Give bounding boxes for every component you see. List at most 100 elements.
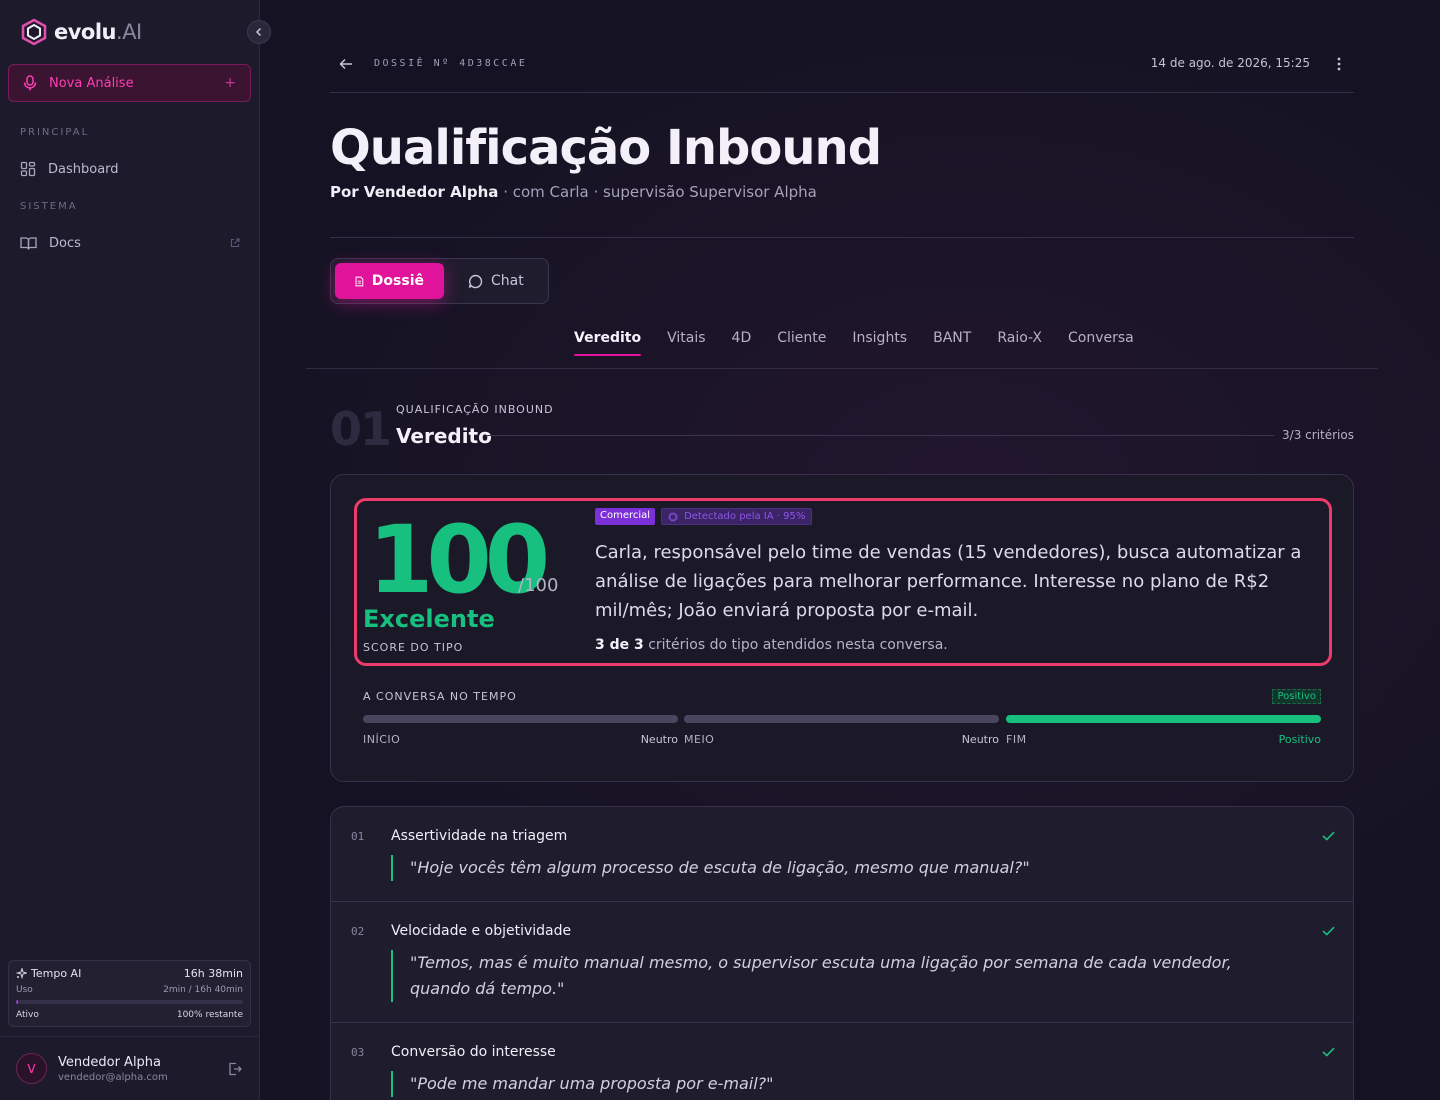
main-content: DOSSIÊ Nº 4D38CCAE 14 de ago. de 2026, 1… bbox=[260, 0, 1440, 1100]
tab-conversa[interactable]: Conversa bbox=[1068, 330, 1134, 356]
external-link-icon bbox=[230, 238, 240, 248]
verdict-card: 100 /100 Excelente SCORE DO TIPO Comerci… bbox=[330, 474, 1354, 782]
criteria-list: 01 Assertividade na triagem "Hoje vocês … bbox=[330, 806, 1354, 1100]
ai-detected-badge: Detectado pela IA · 95% bbox=[661, 508, 813, 525]
page-title: Qualificação Inbound bbox=[330, 120, 882, 176]
page-subtitle: Por Vendedor Alpha · com Carla · supervi… bbox=[330, 183, 817, 201]
section-title: Veredito bbox=[396, 424, 492, 448]
plus-icon: + bbox=[224, 75, 236, 91]
section-tabs: Veredito Vitais 4D Cliente Insights BANT… bbox=[574, 330, 1134, 360]
usage-label: Uso bbox=[16, 985, 33, 995]
user-profile: V Vendedor Alpha vendedor@alpha.com bbox=[0, 1036, 259, 1100]
back-arrow-icon[interactable] bbox=[338, 56, 354, 72]
tab-4d[interactable]: 4D bbox=[732, 330, 752, 356]
logo-icon bbox=[21, 18, 47, 46]
verdict-summary: Carla, responsável pelo time de vendas (… bbox=[595, 542, 1302, 621]
collapse-sidebar-button[interactable] bbox=[247, 20, 271, 44]
timeline-segment-end bbox=[1006, 715, 1321, 723]
score-rating: Excelente bbox=[363, 605, 495, 633]
verdict-badges: Comercial Detectado pela IA · 95% bbox=[595, 508, 813, 525]
tab-bant[interactable]: BANT bbox=[933, 330, 971, 356]
criteria-item: 01 Assertividade na triagem "Hoje vocês … bbox=[331, 807, 1353, 902]
ai-chip-icon bbox=[668, 512, 678, 521]
timeline-sentiment-middle: Neutro bbox=[961, 733, 999, 746]
criteria-item: 03 Conversão do interesse "Pode me manda… bbox=[331, 1023, 1353, 1100]
usage-value: 2min / 16h 40min bbox=[163, 985, 243, 995]
criteria-title: Assertividade na triagem bbox=[391, 828, 568, 844]
timeline-label-start: INÍCIO bbox=[363, 733, 401, 746]
logout-icon[interactable] bbox=[227, 1061, 243, 1077]
criteria-quote: "Hoje vocês têm algum processo de escuta… bbox=[391, 855, 1271, 881]
criteria-title: Velocidade e objetividade bbox=[391, 923, 572, 939]
type-badge: Comercial bbox=[595, 508, 656, 525]
criteria-met-line: 3 de 3 critérios do tipo atendidos nesta… bbox=[595, 637, 948, 653]
avatar[interactable]: V bbox=[16, 1053, 47, 1084]
section-number: 01 bbox=[330, 402, 392, 456]
section-label-principal: PRINCIPAL bbox=[20, 127, 90, 138]
user-email: vendedor@alpha.com bbox=[58, 1071, 168, 1083]
check-icon bbox=[1322, 926, 1335, 936]
chat-bubble-icon bbox=[468, 274, 483, 288]
top-bar: DOSSIÊ Nº 4D38CCAE 14 de ago. de 2026, 1… bbox=[330, 40, 1354, 93]
section-rule bbox=[486, 435, 1274, 436]
section-label-sistema: SISTEMA bbox=[20, 201, 78, 212]
sidebar: evolu.AI Nova Análise + PRINCIPAL Dashbo… bbox=[0, 0, 260, 1100]
criteria-number: 02 bbox=[351, 925, 365, 938]
new-analysis-label: Nova Análise bbox=[49, 75, 134, 91]
criteria-number: 01 bbox=[351, 830, 365, 843]
dossie-date: 14 de ago. de 2026, 15:25 bbox=[1150, 56, 1310, 70]
check-icon bbox=[1322, 1047, 1335, 1057]
timeline-kicker: A CONVERSA NO TEMPO bbox=[363, 690, 517, 703]
timeline-segment-start bbox=[363, 715, 678, 723]
subtitle-details: · com Carla · supervisão Supervisor Alph… bbox=[498, 183, 817, 201]
divider bbox=[306, 368, 1378, 369]
tab-insights[interactable]: Insights bbox=[852, 330, 907, 356]
more-options-icon[interactable] bbox=[1336, 56, 1342, 72]
mode-chat-button[interactable]: Chat bbox=[448, 263, 544, 299]
mode-dossie-button[interactable]: Dossiê bbox=[335, 263, 444, 299]
sidebar-item-label: Dashboard bbox=[48, 161, 119, 177]
chevron-left-icon bbox=[255, 27, 262, 37]
criteria-title: Conversão do interesse bbox=[391, 1044, 556, 1060]
microphone-icon bbox=[23, 75, 37, 91]
timeline-segment-middle bbox=[684, 715, 999, 723]
score-value: 100 bbox=[368, 506, 550, 615]
section-kicker: QUALIFICAÇÃO INBOUND bbox=[396, 403, 554, 416]
criteria-quote: "Temos, mas é muito manual mesmo, o supe… bbox=[391, 950, 1271, 1002]
logo[interactable]: evolu.AI bbox=[20, 16, 142, 48]
ai-time-total: 16h 38min bbox=[183, 967, 243, 980]
sidebar-item-dashboard[interactable]: Dashboard bbox=[20, 157, 240, 181]
tab-veredito[interactable]: Veredito bbox=[574, 330, 642, 356]
timeline-label-end: FIM bbox=[1006, 733, 1027, 746]
criteria-item: 02 Velocidade e objetividade "Temos, mas… bbox=[331, 902, 1353, 1023]
status-value: 100% restante bbox=[176, 1010, 243, 1020]
timeline-label-middle: MEIO bbox=[684, 733, 715, 746]
sidebar-item-docs[interactable]: Docs bbox=[20, 231, 240, 255]
book-icon bbox=[20, 236, 37, 250]
usage-progress-bar bbox=[16, 1000, 243, 1004]
status-label: Ativo bbox=[16, 1010, 39, 1020]
timeline-sentiment-end: Positivo bbox=[1278, 733, 1321, 746]
dossie-id: DOSSIÊ Nº 4D38CCAE bbox=[374, 58, 528, 69]
grid-icon bbox=[20, 161, 36, 177]
ai-time-card: Tempo AI 16h 38min Uso 2min / 16h 40min … bbox=[8, 960, 251, 1027]
ai-time-title: Tempo AI bbox=[16, 967, 81, 980]
mode-switch: Dossiê Chat bbox=[330, 258, 549, 304]
divider bbox=[330, 237, 1354, 238]
check-icon bbox=[1322, 831, 1335, 841]
section-criteria-count: 3/3 critérios bbox=[1282, 428, 1354, 442]
sparkles-icon bbox=[16, 968, 27, 979]
subtitle-author: Por Vendedor Alpha bbox=[330, 183, 499, 201]
tab-vitais[interactable]: Vitais bbox=[667, 330, 705, 356]
criteria-quote: "Pode me mandar uma proposta por e-mail?… bbox=[391, 1071, 1271, 1097]
new-analysis-button[interactable]: Nova Análise + bbox=[8, 64, 251, 102]
logo-text: evolu.AI bbox=[54, 20, 142, 44]
score-kicker: SCORE DO TIPO bbox=[363, 641, 464, 654]
tab-raio-x[interactable]: Raio-X bbox=[997, 330, 1042, 356]
sidebar-item-label: Docs bbox=[49, 235, 81, 251]
user-name: Vendedor Alpha bbox=[58, 1054, 162, 1070]
tab-cliente[interactable]: Cliente bbox=[777, 330, 826, 356]
timeline-overall-tag: Positivo bbox=[1272, 689, 1321, 704]
score-max: /100 bbox=[518, 575, 559, 596]
criteria-number: 03 bbox=[351, 1046, 365, 1059]
